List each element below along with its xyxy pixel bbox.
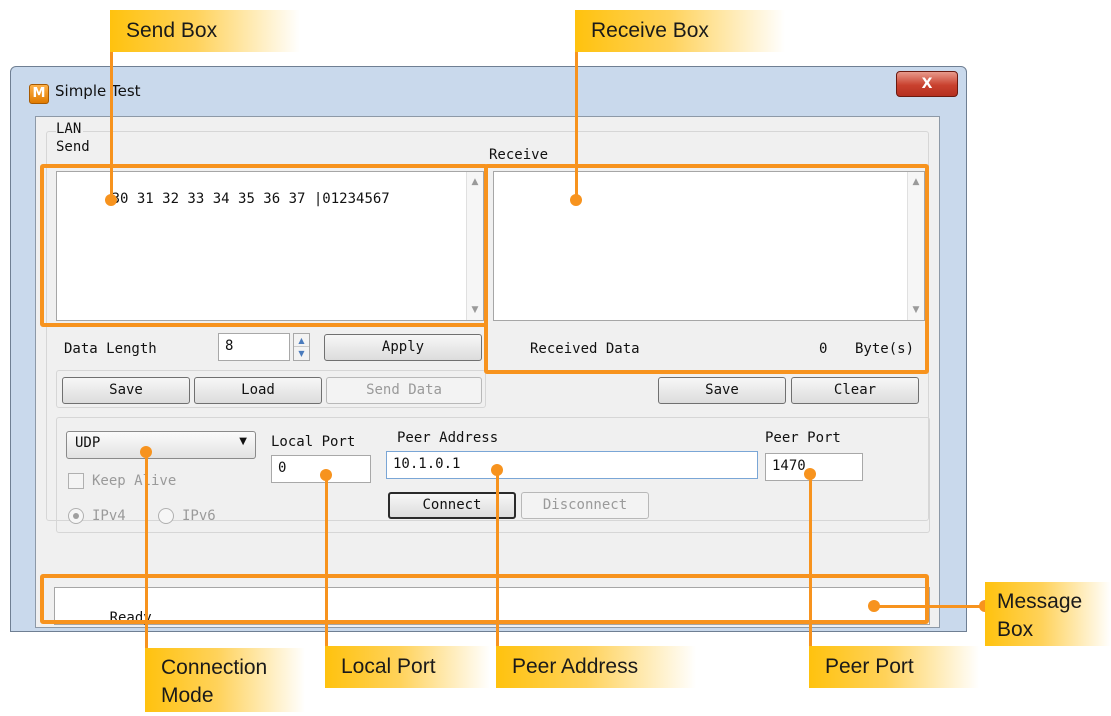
callout-send-box: Send Box: [110, 10, 300, 52]
connection-mode-value: UDP: [75, 435, 101, 451]
callout-local-port: Local Port: [325, 646, 490, 688]
callout-peer-port-text: Peer Port: [825, 655, 914, 678]
callout-connection-mode-line1: Connection: [161, 656, 268, 679]
send-save-button[interactable]: Save: [62, 377, 190, 404]
lan-group-label: LAN: [56, 121, 84, 137]
receive-save-button[interactable]: Save: [658, 377, 786, 404]
title-bar[interactable]: M Simple Test X: [11, 67, 966, 115]
callout-peer-port: Peer Port: [809, 646, 979, 688]
receive-box-dot: [570, 194, 582, 206]
data-length-stepper[interactable]: ▲ ▼: [293, 333, 310, 361]
callout-message-box: Message Box: [985, 582, 1111, 646]
connection-mode-dot: [140, 446, 152, 458]
close-button[interactable]: X: [896, 71, 958, 97]
stepper-up-icon[interactable]: ▲: [294, 334, 309, 347]
message-box-leader: [875, 605, 987, 608]
peer-address-input[interactable]: 10.1.0.1: [386, 451, 758, 479]
send-label: Send: [56, 139, 90, 155]
send-box-leader: [110, 32, 113, 200]
callout-receive-box-text: Receive Box: [591, 19, 709, 42]
ipv4-label: IPv4: [92, 508, 126, 524]
window-title: Simple Test: [55, 82, 141, 100]
peer-port-leader: [809, 474, 812, 666]
peer-address-leader: [496, 470, 499, 666]
peer-port-dot: [804, 468, 816, 480]
peer-port-label: Peer Port: [765, 430, 841, 446]
data-length-input[interactable]: 8: [218, 333, 290, 361]
disconnect-button[interactable]: Disconnect: [521, 492, 649, 519]
message-box-highlight: [40, 574, 929, 624]
ipv6-label: IPv6: [182, 508, 216, 524]
callout-message-box-line2: Box: [997, 618, 1034, 641]
send-box-highlight: [40, 164, 488, 327]
connection-mode-select[interactable]: UDP ▼: [66, 431, 256, 459]
callout-connection-mode-line2: Mode: [161, 684, 214, 707]
send-data-button[interactable]: Send Data: [326, 377, 482, 404]
callout-receive-box: Receive Box: [575, 10, 785, 52]
stepper-down-icon[interactable]: ▼: [294, 347, 309, 360]
data-length-label: Data Length: [64, 341, 157, 357]
chevron-down-icon: ▼: [239, 436, 247, 447]
app-logo-icon: M: [29, 84, 49, 104]
keep-alive-checkbox[interactable]: [68, 473, 84, 489]
peer-address-label: Peer Address: [397, 430, 499, 446]
callout-send-box-text: Send Box: [126, 19, 218, 42]
keep-alive-label: Keep Alive: [92, 473, 177, 489]
receive-label: Receive: [489, 147, 549, 163]
peer-address-dot: [491, 464, 503, 476]
clear-button[interactable]: Clear: [791, 377, 919, 404]
local-port-leader: [325, 475, 328, 665]
callout-peer-address: Peer Address: [496, 646, 696, 688]
callout-local-port-text: Local Port: [341, 655, 436, 678]
ipv4-radio[interactable]: [68, 508, 84, 524]
callout-message-box-line1: Message: [997, 590, 1083, 613]
local-port-label: Local Port: [271, 434, 356, 450]
callout-peer-address-text: Peer Address: [512, 655, 639, 678]
send-box-dot: [105, 194, 117, 206]
callout-connection-mode: Connection Mode: [145, 648, 305, 712]
receive-box-highlight: [484, 164, 929, 374]
receive-box-leader: [575, 32, 578, 200]
ipv6-radio[interactable]: [158, 508, 174, 524]
load-button[interactable]: Load: [194, 377, 322, 404]
local-port-dot: [320, 469, 332, 481]
apply-button[interactable]: Apply: [324, 334, 482, 361]
message-box-dot: [868, 600, 880, 612]
